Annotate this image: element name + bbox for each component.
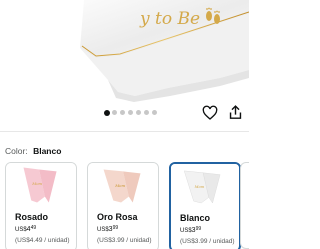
swatch-price: US$449 xyxy=(15,225,37,233)
swatch-blanco[interactable]: Mom Blanco US$399 (US$3.99 / unidad) xyxy=(169,162,241,249)
swatch-next-peek[interactable] xyxy=(240,162,249,249)
swatch-rosado[interactable]: Mom Rosado US$449 (US$4.49 / unidad) xyxy=(5,162,77,249)
swatch-price: US$399 xyxy=(97,225,119,233)
carousel-dot[interactable] xyxy=(136,110,141,115)
heart-icon[interactable] xyxy=(202,105,218,121)
swatch-unit-price: (US$3.99 / unidad) xyxy=(180,238,235,245)
section-divider xyxy=(0,131,249,132)
swatch-price: US$399 xyxy=(180,226,202,234)
carousel-dot[interactable] xyxy=(120,110,125,115)
swatch-image: Mom xyxy=(6,163,76,207)
swatch-name: Oro Rosa xyxy=(97,212,138,222)
carousel-dot[interactable] xyxy=(144,110,149,115)
svg-text:Mom: Mom xyxy=(31,181,42,186)
sash-illustration: y to Be xyxy=(80,0,249,102)
product-detail-page: y to Be Color: Blanco Mom Rosado US$449 … xyxy=(0,0,249,249)
swatch-name: Blanco xyxy=(180,213,211,223)
swatch-name: Rosado xyxy=(15,212,49,222)
swatch-image: Mom xyxy=(171,164,239,208)
svg-text:Mom: Mom xyxy=(194,185,205,189)
share-icon[interactable] xyxy=(227,104,244,121)
color-swatch-list: Mom Rosado US$449 (US$4.49 / unidad) Mom… xyxy=(5,162,249,249)
selected-color-value: Blanco xyxy=(33,146,62,156)
carousel-dot[interactable] xyxy=(104,109,110,116)
carousel-dot[interactable] xyxy=(152,110,157,115)
carousel-dot[interactable] xyxy=(128,110,133,115)
svg-text:Mom: Mom xyxy=(114,183,125,188)
color-selector-label: Color: Blanco xyxy=(5,146,61,156)
swatch-oro-rosa[interactable]: Mom Oro Rosa US$399 (US$3.99 / unidad) xyxy=(87,162,159,249)
color-label: Color: xyxy=(5,146,28,156)
product-image[interactable]: y to Be xyxy=(0,0,249,104)
swatch-unit-price: (US$3.99 / unidad) xyxy=(97,237,152,244)
swatch-unit-price: (US$4.49 / unidad) xyxy=(15,237,70,244)
swatch-image: Mom xyxy=(88,163,158,207)
sash-text: y to Be xyxy=(139,9,200,29)
carousel-dot[interactable] xyxy=(112,110,117,115)
